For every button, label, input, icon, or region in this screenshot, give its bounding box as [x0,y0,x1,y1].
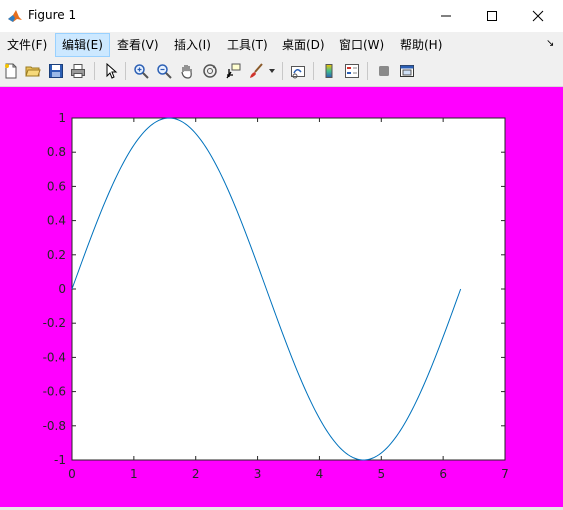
figure-canvas: 0 1 2 3 4 5 6 7 -1 -0.8 -0.6 -0.4 -0.2 0 0.2 0.4 0.6 0.8… [0,87,563,507]
x-tick-label: 5 [377,467,385,481]
menu-window[interactable]: 窗口(W) [333,33,390,57]
matlab-logo-icon [8,10,22,22]
window-title: Figure 1 [28,8,77,22]
figure-toolbar [0,57,563,87]
x-tick-labels: 0 1 2 3 4 5 6 7 [68,467,509,481]
brush-icon [250,63,263,78]
new-figure-icon [5,63,17,79]
menu-help[interactable]: 帮助(H) [394,33,448,57]
pan-hand-icon [181,65,192,79]
link-plot-icon [291,66,305,79]
toolbar-separator [282,62,283,80]
y-tick-labels: -1 -0.8 -0.6 -0.4 -0.2 0 0.2 0.4 0.6 0.8 1 [43,111,66,467]
x-tick-label: 4 [316,467,324,481]
minimize-icon [441,15,451,17]
colorbar-icon [325,64,333,78]
menu-bar: 文件(F) 编辑(E) 查看(V) 插入(I) 工具(T) 桌面(D) 窗口(W… [0,33,563,57]
close-button[interactable] [515,0,561,32]
save-button[interactable] [46,61,66,81]
link-plot-button[interactable] [288,61,308,81]
x-tick-label: 0 [68,467,76,481]
sine-plot[interactable]: 0 1 2 3 4 5 6 7 -1 -0.8 -0.6 -0.4 -0.2 0 0.2 0.4 0.6 0.8… [0,87,563,507]
y-tick-label: -0.8 [43,419,66,433]
toolbar-separator [367,62,368,80]
y-tick-label: 0.6 [47,179,66,193]
y-tick-label: -0.6 [43,385,66,399]
close-icon [532,10,544,22]
data-cursor-icon [226,63,241,79]
select-button[interactable] [101,61,121,81]
axes-background[interactable] [71,117,506,461]
maximize-icon [487,11,497,21]
open-file-icon [25,66,41,77]
maximize-button[interactable] [469,0,515,32]
x-tick-label: 3 [254,467,262,481]
show-plot-tools-button[interactable] [397,61,417,81]
menu-view[interactable]: 查看(V) [111,33,165,57]
zoom-out-icon [157,64,172,79]
zoom-out-button[interactable] [154,61,174,81]
pan-button[interactable] [177,61,197,81]
menu-insert[interactable]: 插入(I) [168,33,217,57]
y-tick-label: -0.2 [43,316,66,330]
zoom-in-icon [134,64,149,79]
menu-tools[interactable]: 工具(T) [221,33,274,57]
brush-dropdown-button[interactable] [266,61,278,81]
brush-button[interactable] [246,61,266,81]
save-icon [49,64,63,78]
y-tick-label: 0.4 [47,214,66,228]
hide-plot-tools-button[interactable] [374,61,394,81]
rotate-3d-button[interactable] [200,61,220,81]
toolbar-separator [125,62,126,80]
legend-button[interactable] [342,61,362,81]
x-tick-label: 1 [130,467,138,481]
chevron-down-icon [269,69,275,73]
rotate-3d-icon [203,64,217,78]
x-tick-label: 2 [192,467,200,481]
colorbar-button[interactable] [319,61,339,81]
menu-desktop[interactable]: 桌面(D) [276,33,331,57]
legend-icon [345,64,359,78]
zoom-in-button[interactable] [131,61,151,81]
print-icon [71,64,85,78]
y-tick-label: 0.2 [47,248,66,262]
title-bar: Figure 1 [0,0,563,33]
y-tick-label: 1 [58,111,66,125]
print-button[interactable] [68,61,88,81]
x-tick-label: 7 [501,467,509,481]
menu-overflow-icon[interactable]: ↘ [546,38,554,49]
show-plot-tools-icon [400,65,414,77]
minimize-button[interactable] [423,0,469,32]
y-tick-label: 0.8 [47,145,66,159]
y-tick-label: -0.4 [43,350,66,364]
toolbar-separator [94,62,95,80]
menu-file[interactable]: 文件(F) [1,33,53,57]
open-file-button[interactable] [23,61,43,81]
y-tick-label: 0 [58,282,66,296]
toolbar-separator [313,62,314,80]
x-tick-label: 6 [439,467,447,481]
select-arrow-icon [106,63,118,79]
new-figure-button[interactable] [1,61,21,81]
data-cursor-button[interactable] [223,61,243,81]
y-tick-label: -1 [54,453,66,467]
menu-edit[interactable]: 编辑(E) [55,33,110,57]
hide-plot-tools-icon [379,66,389,76]
